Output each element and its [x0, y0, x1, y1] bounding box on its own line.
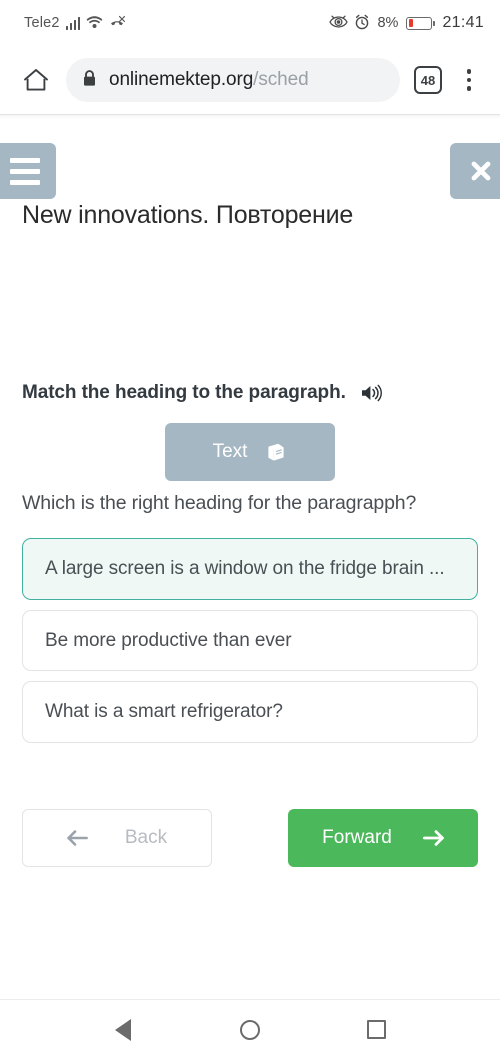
- status-bar: Tele2 8% 21:41: [0, 0, 500, 46]
- page-title: New innovations. Повторение: [22, 201, 354, 229]
- kebab-menu-icon[interactable]: [452, 60, 486, 100]
- tab-counter-button[interactable]: 48: [414, 66, 442, 94]
- back-button[interactable]: Back: [22, 809, 212, 867]
- question-text: Which is the right heading for the parag…: [22, 492, 417, 514]
- missed-call-icon: [109, 15, 126, 32]
- signal-bars-icon: [65, 16, 81, 30]
- clock-label: 21:41: [442, 14, 484, 31]
- nav-back-triangle-icon[interactable]: [99, 1006, 147, 1054]
- back-button-label: Back: [124, 827, 168, 848]
- eye-comfort-icon: [329, 15, 349, 32]
- arrow-left-icon: [67, 829, 89, 847]
- arrow-right-icon: [422, 829, 444, 847]
- nav-recents-square-icon[interactable]: [353, 1006, 401, 1054]
- book-icon: [265, 442, 287, 462]
- url-host: onlinemektep.org: [109, 69, 254, 90]
- lock-icon: [82, 69, 97, 92]
- carrier-label: Tele2: [24, 15, 60, 31]
- battery-icon: [406, 16, 436, 30]
- hamburger-icon[interactable]: [0, 143, 56, 199]
- status-bar-left: Tele2: [24, 15, 126, 32]
- forward-button-label: Forward: [322, 827, 392, 848]
- answer-option[interactable]: What is a smart refrigerator?: [22, 681, 478, 743]
- close-icon[interactable]: [450, 143, 500, 199]
- answer-option[interactable]: Be more productive than ever: [22, 609, 478, 672]
- android-navigation-bar: [0, 999, 500, 1055]
- tab-counter-label: 48: [420, 72, 436, 88]
- answer-option[interactable]: A large screen is a window on the fridge…: [22, 538, 478, 600]
- status-bar-right: 8% 21:41: [329, 14, 484, 33]
- wifi-icon: [86, 15, 103, 32]
- url-text: onlinemektep.org/sched: [109, 69, 309, 91]
- forward-button[interactable]: Forward: [288, 809, 478, 867]
- answer-options-list: A large screen is a window on the fridge…: [22, 538, 478, 743]
- home-icon[interactable]: [16, 60, 56, 100]
- task-title: Match the heading to the paragraph.: [22, 382, 346, 403]
- alarm-icon: [354, 14, 370, 33]
- speaker-icon[interactable]: [360, 383, 382, 403]
- browser-toolbar: onlinemektep.org/sched 48: [0, 46, 500, 114]
- battery-percent-label: 8%: [377, 15, 399, 31]
- text-button-label: Text: [212, 441, 248, 462]
- nav-home-circle-icon[interactable]: [226, 1006, 274, 1054]
- text-button[interactable]: Text: [165, 423, 335, 481]
- lesson-page: New innovations. Повторение Match the he…: [0, 119, 500, 999]
- url-path: /sched: [253, 69, 309, 90]
- navigation-buttons: Back Forward: [22, 809, 478, 867]
- task-instruction-row: Match the heading to the paragraph.: [22, 382, 382, 404]
- address-bar[interactable]: onlinemektep.org/sched: [66, 58, 400, 102]
